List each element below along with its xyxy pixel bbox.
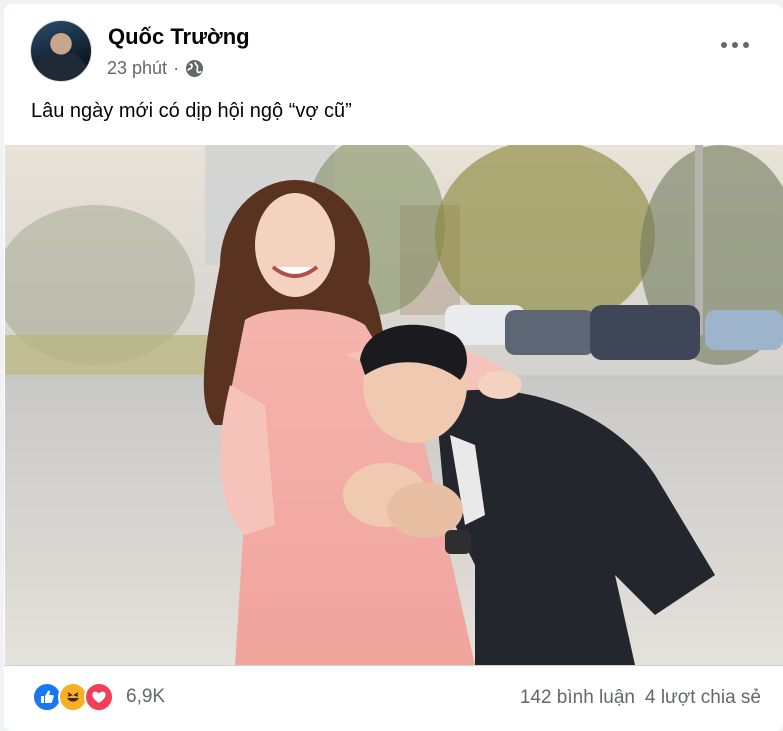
author-avatar[interactable] [30, 20, 92, 82]
reactions-summary[interactable]: 6,9K [32, 682, 165, 712]
post-meta: 23 phút · [107, 58, 204, 79]
post-card: Quốc Trường 23 phút · Lâu ngày mới có dị… [4, 4, 783, 731]
post-footer: 6,9K 142 bình luận 4 lượt chia sẻ [4, 666, 783, 731]
more-options-icon[interactable] [721, 38, 749, 52]
dot-separator: · [173, 58, 180, 78]
love-icon [84, 682, 114, 712]
comments-count-link[interactable]: 142 bình luận [520, 687, 635, 709]
reaction-count: 6,9K [126, 686, 166, 707]
post-header: Quốc Trường 23 phút · [4, 4, 783, 90]
post-timestamp[interactable]: 23 phút [107, 58, 167, 79]
author-name[interactable]: Quốc Trường [108, 24, 250, 50]
shares-count-link[interactable]: 4 lượt chia sẻ [645, 687, 761, 709]
post-caption: Lâu ngày mới có dịp hội ngộ “vợ cũ” [31, 100, 352, 122]
engagement-stats: 142 bình luận 4 lượt chia sẻ [520, 687, 761, 709]
post-photo[interactable] [5, 145, 783, 665]
globe-icon[interactable] [185, 59, 204, 78]
